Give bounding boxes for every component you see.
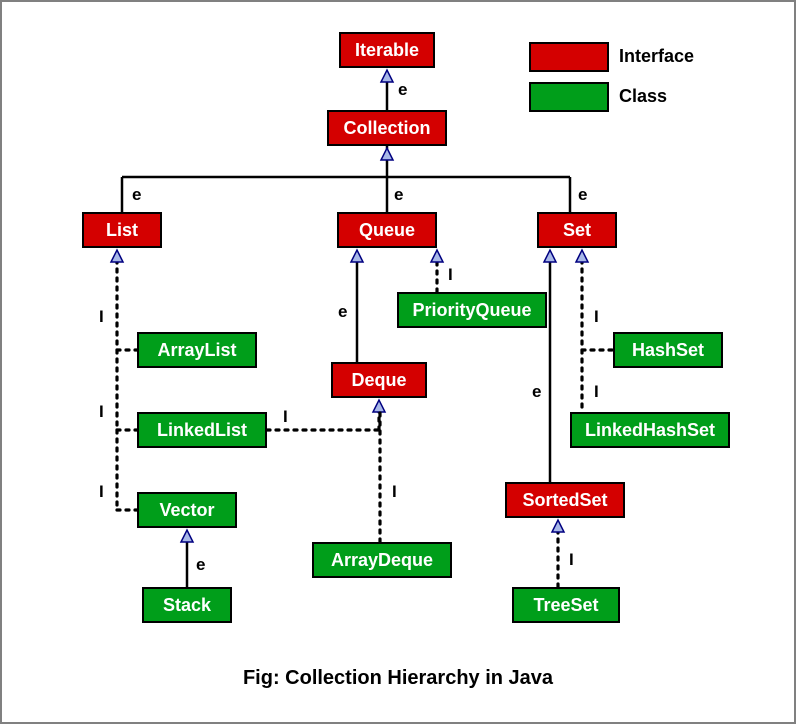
legend-class-label: Class — [619, 86, 667, 107]
edge-label: I — [99, 307, 104, 327]
node-deque: Deque — [331, 362, 427, 398]
edge-label: e — [196, 555, 205, 575]
edge-label: I — [283, 407, 288, 427]
node-arraylist: ArrayList — [137, 332, 257, 368]
edge-label: e — [398, 80, 407, 100]
node-list: List — [82, 212, 162, 248]
node-iterable: Iterable — [339, 32, 435, 68]
diagram-caption: Fig: Collection Hierarchy in Java — [2, 667, 794, 690]
node-linkedlist: LinkedList — [137, 412, 267, 448]
edge-label: e — [532, 382, 541, 402]
node-treeset: TreeSet — [512, 587, 620, 623]
edge-label: e — [394, 185, 403, 205]
edge-label: I — [392, 482, 397, 502]
edge-label: e — [578, 185, 587, 205]
legend-class-swatch — [529, 82, 609, 112]
edge-label: I — [594, 382, 599, 402]
node-hashset: HashSet — [613, 332, 723, 368]
diagram-frame: Interface Class Iterable Collection List… — [0, 0, 796, 724]
edge-label: I — [448, 265, 453, 285]
node-vector: Vector — [137, 492, 237, 528]
node-priorityqueue: PriorityQueue — [397, 292, 547, 328]
edge-label: I — [99, 482, 104, 502]
legend-interface-label: Interface — [619, 46, 694, 67]
node-sortedset: SortedSet — [505, 482, 625, 518]
edge-label: I — [569, 550, 574, 570]
edge-label: I — [99, 402, 104, 422]
node-stack: Stack — [142, 587, 232, 623]
edge-label: e — [338, 302, 347, 322]
edge-label: e — [132, 185, 141, 205]
edge-label: I — [594, 307, 599, 327]
node-linkedhashset: LinkedHashSet — [570, 412, 730, 448]
legend-interface-swatch — [529, 42, 609, 72]
node-set: Set — [537, 212, 617, 248]
node-arraydeque: ArrayDeque — [312, 542, 452, 578]
node-collection: Collection — [327, 110, 447, 146]
node-queue: Queue — [337, 212, 437, 248]
